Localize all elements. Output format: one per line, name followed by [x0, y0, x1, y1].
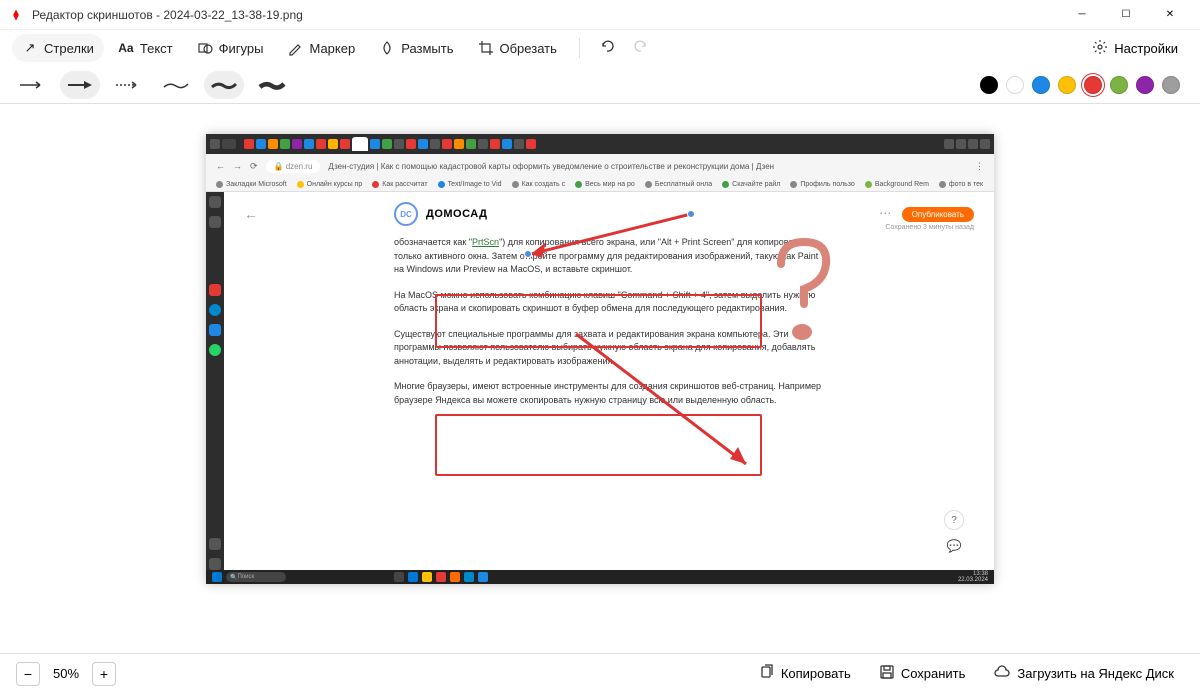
zoom-in-button[interactable]: + — [92, 662, 116, 686]
arrow-handle-start[interactable] — [687, 210, 695, 218]
color-yellow[interactable] — [1058, 76, 1076, 94]
redo-button[interactable] — [626, 31, 656, 66]
zoom-value: 50% — [48, 666, 84, 681]
browser-urlbar: ←→⟳ 🔒 dzen.ru Дзен-студия | Как с помощь… — [206, 154, 994, 178]
color-purple[interactable] — [1136, 76, 1154, 94]
page-content: ← DC ДОМОСАД ⋯ Опубликовать Сохранено 3 … — [224, 192, 994, 570]
color-gray[interactable] — [1162, 76, 1180, 94]
zoom-out-button[interactable]: − — [16, 662, 40, 686]
settings-button[interactable]: Настройки — [1082, 33, 1188, 64]
upload-button[interactable]: Загрузить на Яндекс Диск — [983, 658, 1184, 689]
brush-style-2[interactable] — [204, 71, 244, 99]
arrow-style-1[interactable] — [12, 71, 52, 99]
annotation-box-1[interactable] — [435, 294, 762, 348]
minimize-button[interactable]: ─ — [1060, 0, 1104, 30]
footer: − 50% + Копировать Сохранить Загрузить н… — [0, 653, 1200, 693]
arrow-icon: ↗ — [22, 40, 38, 56]
tool-arrows[interactable]: ↗ Стрелки — [12, 34, 104, 62]
color-black[interactable] — [980, 76, 998, 94]
crop-icon — [478, 40, 494, 56]
browser-siderail — [206, 192, 224, 570]
brush-style-1[interactable] — [156, 71, 196, 99]
maximize-button[interactable]: ☐ — [1104, 0, 1148, 30]
publish-button[interactable]: Опубликовать — [902, 207, 974, 222]
titlebar: Редактор скриншотов - 2024-03-22_13-38-1… — [0, 0, 1200, 30]
arrow-style-3[interactable] — [108, 71, 148, 99]
main-toolbar: ↗ Стрелки Aа Текст Фигуры Маркер Размыть… — [0, 30, 1200, 66]
tool-text[interactable]: Aа Текст — [108, 34, 183, 62]
yandex-logo — [8, 7, 24, 23]
text-icon: Aа — [118, 40, 134, 56]
undo-button[interactable] — [592, 31, 622, 66]
arrow-style-2[interactable] — [60, 71, 100, 99]
color-blue[interactable] — [1032, 76, 1050, 94]
saved-label: Сохранено 3 минуты назад — [879, 224, 974, 231]
window-title: Редактор скриншотов - 2024-03-22_13-38-1… — [32, 8, 303, 22]
color-palette — [980, 76, 1188, 94]
save-button[interactable]: Сохранить — [869, 658, 976, 689]
channel-name: ДОМОСАД — [426, 208, 487, 220]
publish-area: ⋯ Опубликовать Сохранено 3 минуты назад — [879, 204, 974, 231]
browser-tabstrip — [206, 134, 994, 154]
windows-taskbar: 🔍 Поиск 13:38 22.03.2024 — [206, 570, 994, 584]
cloud-icon — [993, 664, 1011, 683]
color-green[interactable] — [1110, 76, 1128, 94]
annotation-box-2[interactable] — [435, 414, 762, 476]
tool-blur[interactable]: Размыть — [369, 34, 463, 62]
copy-icon — [759, 664, 775, 683]
copy-button[interactable]: Копировать — [749, 658, 861, 689]
canvas[interactable]: ←→⟳ 🔒 dzen.ru Дзен-студия | Как с помощь… — [0, 104, 1200, 653]
secondary-toolbar — [0, 66, 1200, 104]
blur-icon — [379, 40, 395, 56]
gear-icon — [1092, 39, 1108, 58]
screenshot-preview[interactable]: ←→⟳ 🔒 dzen.ru Дзен-студия | Как с помощь… — [206, 134, 994, 584]
help-button: ? — [944, 510, 964, 530]
tool-marker[interactable]: Маркер — [277, 34, 365, 62]
arrow-handle-end[interactable] — [524, 250, 532, 258]
shapes-icon — [197, 40, 213, 56]
channel-avatar: DC — [394, 202, 418, 226]
color-white[interactable] — [1006, 76, 1024, 94]
browser-bookmarks: Закладки Microsoft Онлайн курсы пр Как р… — [206, 178, 994, 192]
tool-shapes[interactable]: Фигуры — [187, 34, 274, 62]
close-button[interactable]: ✕ — [1148, 0, 1192, 30]
save-icon — [879, 664, 895, 683]
tool-crop[interactable]: Обрезать — [468, 34, 567, 62]
brush-style-3[interactable] — [252, 71, 292, 99]
color-red[interactable] — [1084, 76, 1102, 94]
marker-icon — [287, 40, 303, 56]
chat-button: 💬 — [944, 536, 964, 556]
